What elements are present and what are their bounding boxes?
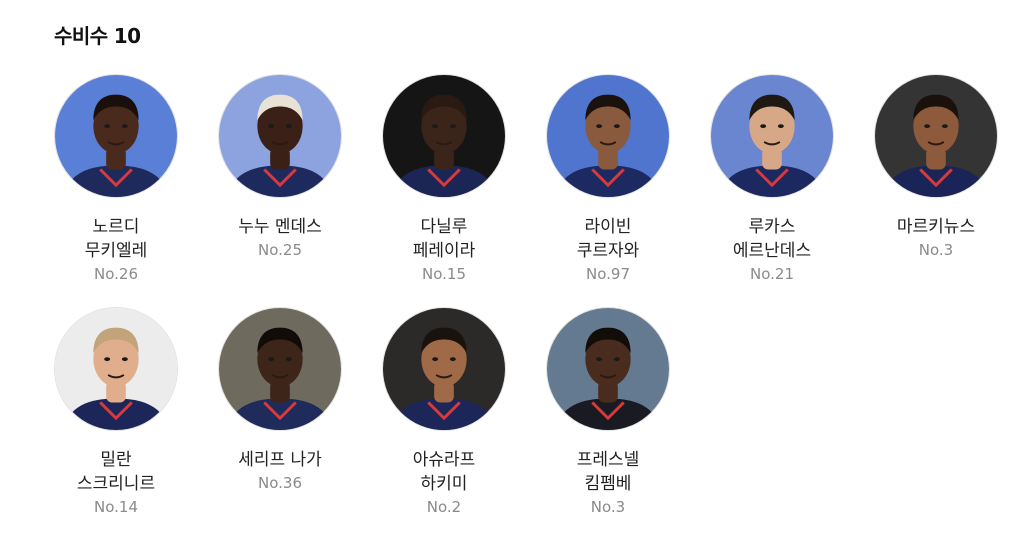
player-number: No.25 xyxy=(258,241,302,259)
player-number: No.3 xyxy=(918,241,954,259)
player-photo[interactable] xyxy=(710,74,834,198)
player-card[interactable]: 밀란 스크리니르 No.14 xyxy=(34,307,198,518)
player-number: No.3 xyxy=(590,498,626,516)
player-number: No.15 xyxy=(422,265,466,283)
player-photo[interactable] xyxy=(546,74,670,198)
player-name[interactable]: 루카스 에르난데스 xyxy=(690,215,854,263)
player-name[interactable]: 밀란 스크리니르 xyxy=(34,448,198,496)
player-number: No.21 xyxy=(750,265,794,283)
player-photo[interactable] xyxy=(218,307,342,431)
player-name[interactable]: 아슈라프 하키미 xyxy=(362,448,526,496)
player-card[interactable]: 아슈라프 하키미 No.2 xyxy=(362,307,526,518)
player-name[interactable]: 누누 멘데스 xyxy=(198,215,362,239)
player-photo[interactable] xyxy=(218,74,342,198)
player-photo[interactable] xyxy=(54,307,178,431)
player-grid: 노르디 무키엘레 No.26 누누 멘데스 No.25 다닐루 페레이라 No.15 라이빈… xyxy=(0,0,1025,534)
player-number: No.97 xyxy=(586,265,630,283)
player-name[interactable]: 라이빈 쿠르자와 xyxy=(526,215,690,263)
player-card[interactable]: 세리프 나가 No.36 xyxy=(198,307,362,494)
player-number: No.26 xyxy=(94,265,138,283)
player-card[interactable]: 루카스 에르난데스 No.21 xyxy=(690,74,854,285)
player-card[interactable]: 다닐루 페레이라 No.15 xyxy=(362,74,526,285)
player-name[interactable]: 마르키뉴스 xyxy=(854,215,1018,239)
player-photo[interactable] xyxy=(546,307,670,431)
player-name[interactable]: 다닐루 페레이라 xyxy=(362,215,526,263)
player-photo[interactable] xyxy=(874,74,998,198)
player-card[interactable]: 마르키뉴스 No.3 xyxy=(854,74,1018,261)
player-card[interactable]: 라이빈 쿠르자와 No.97 xyxy=(526,74,690,285)
player-number: No.36 xyxy=(258,474,302,492)
player-photo[interactable] xyxy=(382,74,506,198)
player-name[interactable]: 노르디 무키엘레 xyxy=(34,215,198,263)
player-photo[interactable] xyxy=(54,74,178,198)
player-card[interactable]: 노르디 무키엘레 No.26 xyxy=(34,74,198,285)
player-number: No.2 xyxy=(426,498,462,516)
player-card[interactable]: 누누 멘데스 No.25 xyxy=(198,74,362,261)
player-card[interactable]: 프레스넬 킴펨베 No.3 xyxy=(526,307,690,518)
player-photo[interactable] xyxy=(382,307,506,431)
player-name[interactable]: 세리프 나가 xyxy=(198,448,362,472)
defenders-section: 수비수 10 노르디 무키엘레 No.26 누누 멘데스 No.25 다닐루 페레이라 No… xyxy=(0,0,1025,534)
player-number: No.14 xyxy=(94,498,138,516)
player-name[interactable]: 프레스넬 킴펨베 xyxy=(526,448,690,496)
